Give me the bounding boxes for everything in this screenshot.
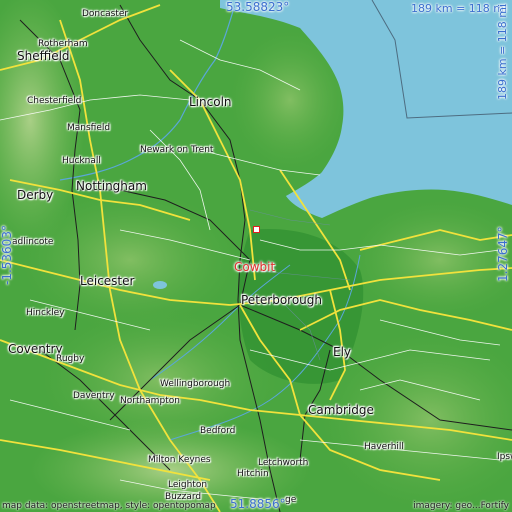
town-ge: ge [285, 495, 297, 505]
map-credit: map data: openstreetmap, style: opentopo… [2, 501, 216, 511]
coord-top-label: 53.58823° [226, 0, 290, 14]
town-letchworth: Letchworth [258, 458, 309, 468]
town-daventry: Daventry [73, 391, 115, 401]
town-coventry: Coventry [8, 342, 63, 356]
town-ipswich: Ipsw [497, 452, 512, 462]
town-nottingham: Nottingham [76, 179, 147, 193]
town-leighton: Leighton [168, 480, 208, 490]
town-cambridge: Cambridge [308, 403, 374, 417]
town-doncaster: Doncaster [82, 9, 129, 19]
scale-right-label: 189 km = 118 mi [496, 3, 509, 100]
coord-bottom-label: 51.8856° [230, 497, 286, 511]
town-northampton: Northampton [120, 396, 180, 406]
scale-top-label: 189 km = 118 mi [411, 2, 508, 15]
town-derby: Derby [17, 188, 54, 202]
coord-left-label: -1.53603° [0, 225, 14, 285]
town-ely: Ely [333, 345, 352, 359]
town-milton-keynes: Milton Keynes [148, 455, 211, 465]
town-rotherham: Rotherham [38, 39, 88, 49]
town-bedford: Bedford [200, 426, 236, 436]
location-marker[interactable] [253, 226, 260, 233]
town-peterborough: Peterborough [241, 293, 323, 307]
map-base [0, 0, 512, 512]
town-hucknall: Hucknall [62, 156, 101, 166]
town-haverhill: Haverhill [364, 442, 404, 452]
town-newark: Newark on Trent [140, 145, 214, 155]
town-sheffield: Sheffield [17, 49, 70, 63]
town-swadlincote: adlincote [12, 237, 54, 247]
town-leicester: Leicester [80, 274, 135, 288]
town-chesterfield: Chesterfield [27, 96, 82, 106]
coord-right-label: 1.27647° [496, 226, 510, 282]
town-hinckley: Hinckley [26, 308, 65, 318]
place-label: Cowbit [234, 260, 276, 274]
town-rugby: Rugby [56, 354, 85, 364]
imagery-credit: imagery: geo...Fortify [413, 501, 509, 511]
town-mansfield: Mansfield [67, 123, 111, 133]
topographic-map[interactable]: Doncaster Rotherham Sheffield Chesterfie… [0, 0, 512, 512]
town-lincoln: Lincoln [189, 95, 232, 109]
town-wellingborough: Wellingborough [160, 379, 231, 389]
rutland-water [153, 281, 167, 289]
town-hitchin: Hitchin [237, 469, 269, 479]
